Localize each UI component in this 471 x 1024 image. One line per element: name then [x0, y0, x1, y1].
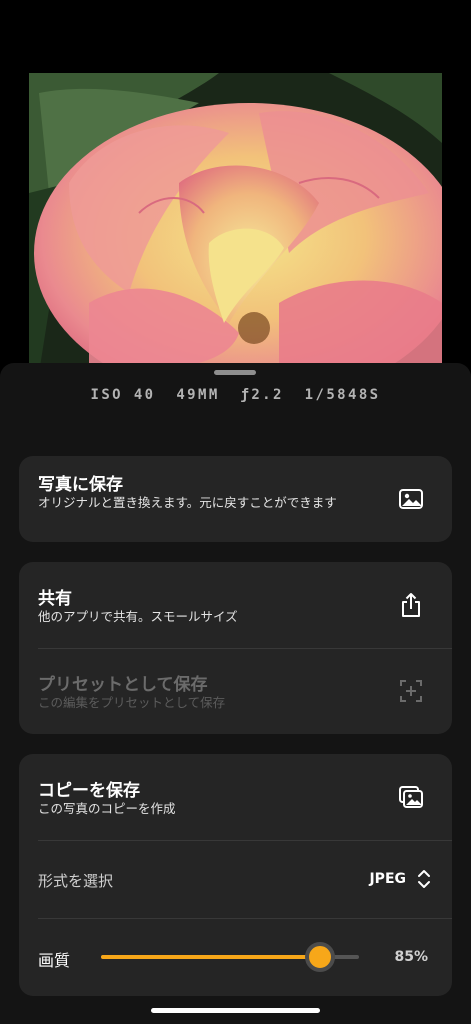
- quality-row: 画質 85%: [19, 918, 452, 996]
- home-indicator: [151, 1008, 320, 1013]
- sheet-grabber[interactable]: [214, 370, 256, 375]
- quality-slider-thumb[interactable]: [305, 942, 336, 972]
- save-as-preset-title: プリセットとして保存: [38, 675, 208, 695]
- exif-info: ISO 40 49MM ƒ2.2 1/5848S: [0, 387, 471, 403]
- format-row[interactable]: 形式を選択 JPEG: [19, 840, 452, 918]
- save-to-photos-subtitle: オリジナルと置き換えます。元に戻すことができます: [38, 495, 337, 510]
- share-title: 共有: [38, 589, 72, 609]
- quality-value: 85%: [394, 949, 428, 965]
- exif-focal-length: 49MM: [176, 387, 220, 403]
- share-subtitle: 他のアプリで共有。スモールサイズ: [38, 609, 238, 624]
- quality-label: 画質: [38, 951, 71, 970]
- chevron-up-down-icon[interactable]: [416, 868, 432, 890]
- export-sheet: ISO 40 49MM ƒ2.2 1/5848S 写真に保存 オリジナルと置き換…: [0, 363, 471, 1024]
- add-preset-icon: [400, 680, 422, 702]
- share-row[interactable]: 共有 他のアプリで共有。スモールサイズ: [19, 562, 452, 648]
- photo-stack-icon: [399, 786, 423, 808]
- save-to-photos-card[interactable]: 写真に保存 オリジナルと置き換えます。元に戻すことができます: [19, 456, 452, 542]
- quality-slider[interactable]: [101, 942, 359, 972]
- quality-slider-fill: [101, 955, 321, 959]
- photo-preview: [29, 73, 442, 373]
- share-icon: [402, 593, 420, 617]
- save-copy-card: コピーを保存 この写真のコピーを作成 形式を選択 JPEG 画質 85%: [19, 754, 452, 996]
- exif-aperture: ƒ2.2: [240, 387, 284, 403]
- save-as-preset-subtitle: この編集をプリセットとして保存: [38, 695, 226, 710]
- format-value[interactable]: JPEG: [369, 871, 406, 887]
- save-to-photos-row[interactable]: 写真に保存 オリジナルと置き換えます。元に戻すことができます: [19, 456, 452, 542]
- save-copy-subtitle: この写真のコピーを作成: [38, 801, 176, 816]
- share-card: 共有 他のアプリで共有。スモールサイズ プリセットとして保存 この編集をプリセッ…: [19, 562, 452, 734]
- exif-iso: ISO 40: [90, 387, 156, 403]
- format-label: 形式を選択: [38, 872, 114, 890]
- save-as-preset-row[interactable]: プリセットとして保存 この編集をプリセットとして保存: [19, 648, 452, 734]
- save-to-photos-title: 写真に保存: [38, 475, 123, 495]
- photo-icon: [399, 489, 423, 509]
- save-copy-row[interactable]: コピーを保存 この写真のコピーを作成: [19, 754, 452, 840]
- save-copy-title: コピーを保存: [38, 781, 140, 801]
- exif-shutter: 1/5848S: [304, 387, 381, 403]
